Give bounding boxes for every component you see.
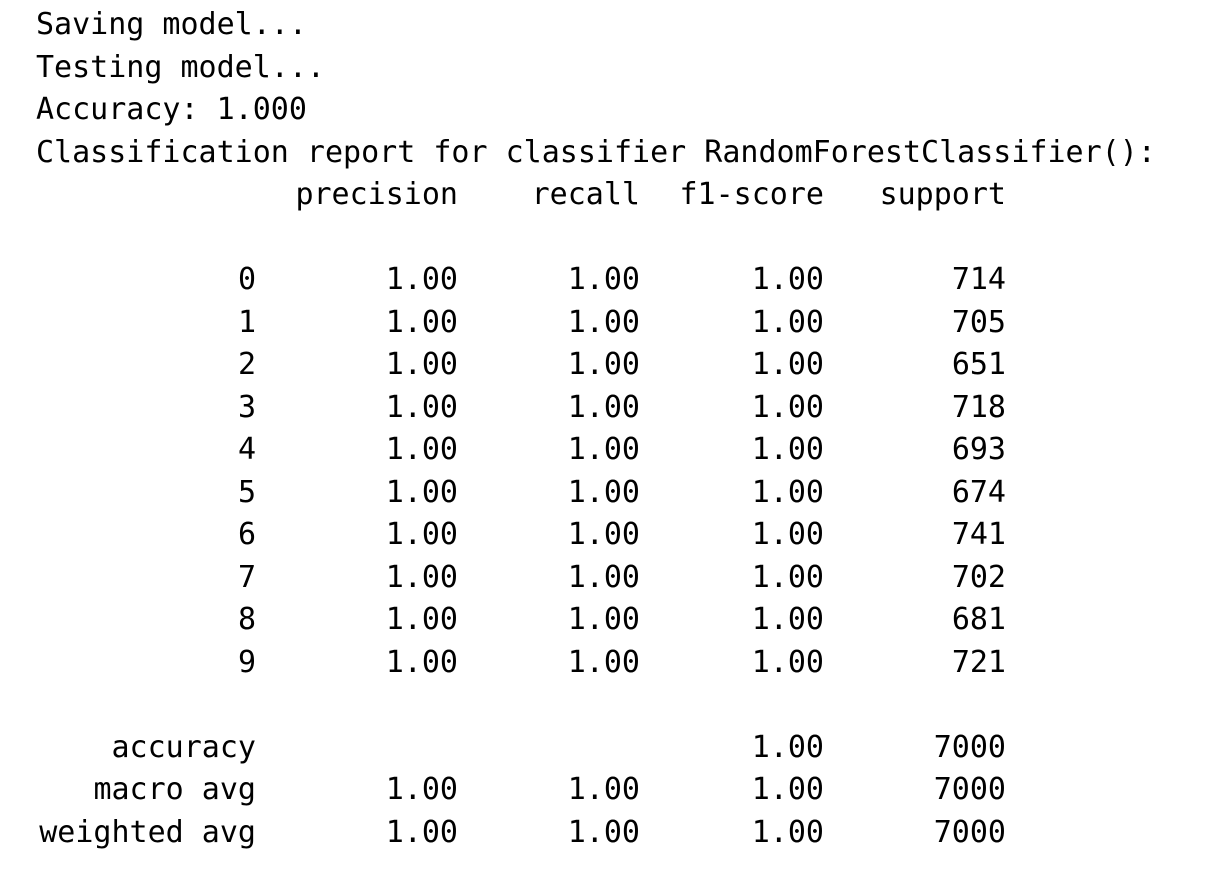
row-label: 0 [237,262,256,297]
recall-value: 1.00 [567,432,640,467]
precision-value: 1.00 [385,602,458,637]
support-value: 7000 [933,772,1006,807]
f1-score-value: 1.00 [751,559,824,595]
f1-score-value: 1.00 [751,729,824,765]
console-output: Saving model... Testing model... Accurac… [36,4,1196,854]
row-label: 7 [237,559,256,595]
precision-value: 1.00 [385,559,458,595]
row-label: 6 [237,517,256,552]
recall-value: 1.00 [567,559,640,595]
report-class-row: 5 1.00 1.00 1.00 674 [36,472,1196,515]
row-label: macro avg [93,772,256,807]
row-label: accuracy [111,729,257,765]
report-class-row: 6 1.00 1.00 1.00 741 [36,514,1196,557]
support-value: 702 [951,559,1006,595]
support-value: 693 [951,432,1006,467]
support-value: 741 [951,517,1006,552]
support-value: 721 [951,644,1006,680]
recall-value: 1.00 [567,517,640,552]
row-label: 4 [237,432,256,467]
precision-value: 1.00 [385,474,458,510]
precision-value: 1.00 [385,772,458,807]
support-value: 714 [951,262,1006,297]
f1-score-value: 1.00 [751,389,824,425]
row-label: weighted avg [39,814,256,850]
precision-value: 1.00 [385,304,458,340]
header-support: support [879,177,1006,212]
f1-score-value: 1.00 [751,772,824,807]
support-value: 651 [951,347,1006,382]
precision-value: 1.00 [385,389,458,425]
header-f1-score: f1-score [679,177,825,212]
precision-value: 1.00 [385,644,458,680]
recall-value: 1.00 [567,389,640,425]
f1-score-value: 1.00 [751,814,824,850]
f1-score-value: 1.00 [751,432,824,467]
recall-value: 1.00 [567,814,640,850]
recall-value: 1.00 [567,644,640,680]
report-summary-row: macro avg 1.00 1.00 1.00 7000 [36,769,1196,812]
f1-score-value: 1.00 [751,262,824,297]
row-label: 1 [237,304,256,340]
support-value: 718 [951,389,1006,425]
report-class-row: 8 1.00 1.00 1.00 681 [36,599,1196,642]
report-class-row: 9 1.00 1.00 1.00 721 [36,642,1196,685]
precision-value: 1.00 [385,814,458,850]
report-class-row: 0 1.00 1.00 1.00 714 [36,259,1196,302]
header-recall: recall [531,177,640,212]
log-line-testing: Testing model... [36,49,325,85]
report-class-row: 3 1.00 1.00 1.00 718 [36,387,1196,430]
f1-score-value: 1.00 [751,644,824,680]
report-header-row: precision recall f1-score support [36,174,1196,217]
support-value: 674 [951,474,1006,510]
precision-value: 1.00 [385,432,458,467]
precision-value: 1.00 [385,517,458,552]
report-class-row: 7 1.00 1.00 1.00 702 [36,557,1196,600]
recall-value: 1.00 [567,474,640,510]
f1-score-value: 1.00 [751,304,824,340]
row-label: 5 [237,474,256,510]
recall-value: 1.00 [567,772,640,807]
f1-score-value: 1.00 [751,347,824,382]
log-line-saving: Saving model... [36,7,307,42]
header-precision: precision [295,177,458,212]
class-rows: 0 1.00 1.00 1.00 714 1 1.00 1.00 1.00 705 2 1.00 1.0… [36,259,1196,684]
recall-value: 1.00 [567,304,640,340]
precision-value: 1.00 [385,347,458,382]
f1-score-value: 1.00 [751,474,824,510]
recall-value: 1.00 [567,262,640,297]
support-value: 7000 [933,729,1006,765]
report-class-row: 2 1.00 1.00 1.00 651 [36,344,1196,387]
support-value: 681 [951,602,1006,637]
report-class-row: 1 1.00 1.00 1.00 705 [36,302,1196,345]
report-summary-row: accuracy 1.00 7000 [36,727,1196,770]
f1-score-value: 1.00 [751,517,824,552]
report-class-row: 4 1.00 1.00 1.00 693 [36,429,1196,472]
log-line-accuracy: Accuracy: 1.000 [36,92,307,127]
recall-value: 1.00 [567,347,640,382]
row-label: 8 [237,602,256,637]
f1-score-value: 1.00 [751,602,824,637]
report-summary-row: weighted avg 1.00 1.00 1.00 7000 [36,812,1196,855]
log-line-report-title: Classification report for classifier Ran… [36,134,1156,170]
support-value: 705 [951,304,1006,340]
support-value: 7000 [933,814,1006,850]
row-label: 3 [237,389,256,425]
summary-rows: accuracy 1.00 7000 macro avg 1.00 1.00 1.00 700… [36,727,1196,855]
recall-value: 1.00 [567,602,640,637]
row-label: 9 [237,644,256,680]
row-label: 2 [237,347,256,382]
precision-value: 1.00 [385,262,458,297]
